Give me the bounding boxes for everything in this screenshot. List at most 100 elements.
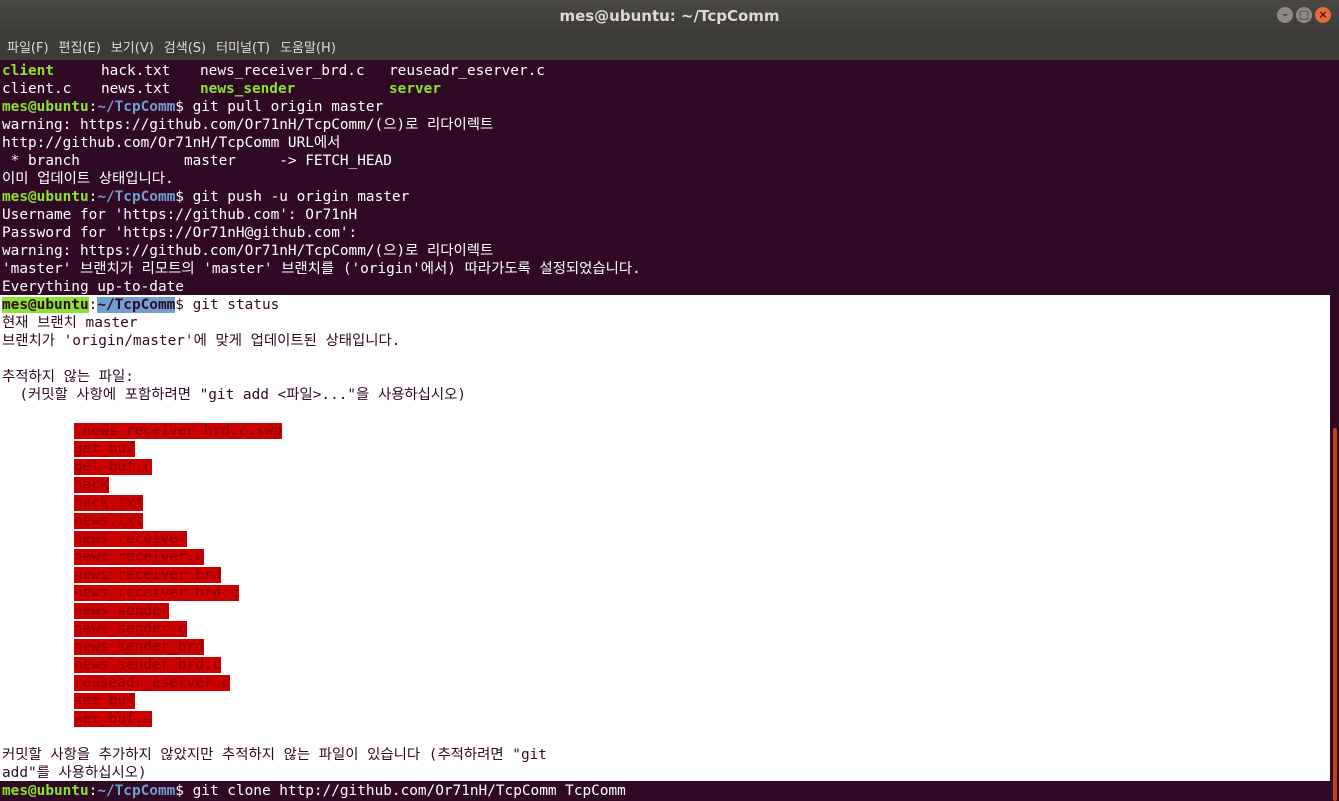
prompt-separator: : bbox=[88, 783, 98, 799]
prompt-line: mes@ubuntu:~/TcpComm$ git pull origin ma… bbox=[2, 98, 383, 116]
untracked-file: get_buf.c bbox=[74, 459, 152, 475]
prompt-line: mes@ubuntu:~/TcpComm$ git status bbox=[2, 296, 279, 314]
untracked-file: news_receiver_brd bbox=[74, 567, 222, 583]
menu-help[interactable]: 도움말(H) bbox=[273, 37, 339, 56]
command-text: git push -u origin master bbox=[183, 189, 410, 205]
prompt-separator: : bbox=[88, 99, 98, 115]
output-line: 추적하지 않는 파일: bbox=[2, 369, 134, 385]
untracked-file-line: get_buf.c bbox=[74, 458, 152, 476]
untracked-file-line: .news_receiver_brd.c.swp bbox=[74, 422, 282, 440]
scrollbar-thumb[interactable] bbox=[1333, 428, 1337, 801]
untracked-file: reuseadr_eserver.c bbox=[74, 675, 230, 691]
ls-entry: client bbox=[2, 63, 54, 79]
menu-view[interactable]: 보기(V) bbox=[104, 37, 157, 56]
ls-row: client hack.txt news_receiver_brd.c reusead… bbox=[2, 62, 545, 80]
untracked-file: news_receiver_brd.c bbox=[74, 585, 239, 601]
scrollbar[interactable] bbox=[1330, 60, 1339, 801]
untracked-file-line: news.txt bbox=[74, 512, 144, 530]
prompt-symbol: $ bbox=[175, 99, 184, 115]
untracked-file: news_sender.c bbox=[74, 621, 187, 637]
untracked-file-line: hack.txt bbox=[74, 494, 144, 512]
untracked-file: news_sender bbox=[74, 603, 170, 619]
prompt-symbol: $ bbox=[175, 783, 184, 799]
untracked-file-line: news_receiver_brd bbox=[74, 566, 222, 584]
output-line: Everything up-to-date bbox=[2, 279, 184, 295]
untracked-file-line: news_sender_brd.c bbox=[74, 656, 222, 674]
untracked-file: news_sender_brd.c bbox=[74, 657, 222, 673]
untracked-file-line: news_receiver bbox=[74, 530, 187, 548]
output-line: http://github.com/Or71nH/TcpComm URL에서 bbox=[2, 135, 341, 151]
untracked-file-line: reuseadr_eserver.c bbox=[74, 674, 230, 692]
window-titlebar[interactable]: mes@ubuntu: ~/TcpComm – □ × bbox=[0, 0, 1339, 32]
ls-entry: news_receiver_brd.c bbox=[200, 63, 365, 79]
text-selection bbox=[0, 295, 1330, 781]
command-text: git pull origin master bbox=[183, 99, 384, 115]
prompt-symbol: $ bbox=[175, 297, 184, 313]
untracked-file: news_receiver bbox=[74, 531, 187, 547]
prompt-user: mes@ubuntu bbox=[2, 783, 89, 799]
untracked-file-line: set_buf.c bbox=[74, 710, 152, 728]
maximize-button[interactable]: □ bbox=[1296, 7, 1312, 23]
ls-row: client.c news.txt news_sender server bbox=[2, 80, 441, 98]
menu-bar: 파일(F) 편집(E) 보기(V) 검색(S) 터미널(T) 도움말(H) bbox=[0, 32, 1339, 60]
untracked-file: news.txt bbox=[74, 513, 144, 529]
untracked-file-line: news_sender bbox=[74, 602, 170, 620]
prompt-separator: : bbox=[88, 189, 98, 205]
untracked-file-line: news_receiver_brd.c bbox=[74, 584, 239, 602]
command-text: git status bbox=[183, 297, 280, 313]
output-line: warning: https://github.com/Or71nH/TcpCo… bbox=[2, 117, 494, 133]
output-line: 이미 업데이트 상태입니다. bbox=[2, 171, 174, 187]
prompt-user: mes@ubuntu bbox=[2, 99, 89, 115]
untracked-file: get_buf bbox=[74, 441, 135, 457]
prompt-path: ~/TcpComm bbox=[97, 783, 176, 799]
untracked-file: hack bbox=[74, 477, 109, 493]
prompt-separator: : bbox=[88, 297, 98, 313]
output-line: 커밋할 사항을 추가하지 않았지만 추적하지 않는 파일이 있습니다 (추적하려… bbox=[2, 747, 547, 763]
prompt-user: mes@ubuntu bbox=[2, 297, 89, 313]
menu-search[interactable]: 검색(S) bbox=[157, 37, 209, 56]
untracked-file: news_sender_brd bbox=[74, 639, 204, 655]
prompt-line: mes@ubuntu:~/TcpComm$ git push -u origin… bbox=[2, 188, 409, 206]
command-text: git clone http://github.com/Or71nH/TcpCo… bbox=[183, 783, 626, 799]
ls-entry: client.c bbox=[2, 81, 72, 97]
menu-edit[interactable]: 편집(E) bbox=[52, 37, 104, 56]
output-line: 브랜치가 'origin/master'에 맞게 업데이트된 상태입니다. bbox=[2, 333, 401, 349]
terminal-output[interactable]: client hack.txt news_receiver_brd.c reusead… bbox=[0, 60, 1330, 801]
prompt-path: ~/TcpComm bbox=[97, 99, 176, 115]
prompt-path: ~/TcpComm bbox=[97, 189, 176, 205]
untracked-file: set_buf bbox=[74, 693, 135, 709]
untracked-file: .news_receiver_brd.c.swp bbox=[74, 423, 282, 439]
window-title: mes@ubuntu: ~/TcpComm bbox=[559, 7, 780, 25]
ls-entry: reuseadr_eserver.c bbox=[389, 63, 545, 79]
prompt-path: ~/TcpComm bbox=[97, 297, 176, 313]
untracked-file: hack.txt bbox=[74, 495, 144, 511]
prompt-symbol: $ bbox=[175, 189, 184, 205]
untracked-file-line: hack bbox=[74, 476, 109, 494]
output-line: Password for 'https://Or71nH@github.com'… bbox=[2, 225, 358, 241]
untracked-file: set_buf.c bbox=[74, 711, 152, 727]
untracked-file-line: news_receiver.c bbox=[74, 548, 204, 566]
window-controls: – □ × bbox=[1277, 7, 1331, 23]
output-line: 'master' 브랜치가 리모트의 'master' 브랜치를 ('origi… bbox=[2, 261, 641, 277]
output-line: 현재 브랜치 master bbox=[2, 315, 138, 331]
ls-entry: news_sender bbox=[200, 81, 296, 97]
untracked-file-line: get_buf bbox=[74, 440, 135, 458]
minimize-button[interactable]: – bbox=[1277, 7, 1293, 23]
output-line: Username for 'https://github.com': Or71n… bbox=[2, 207, 358, 223]
output-line: warning: https://github.com/Or71nH/TcpCo… bbox=[2, 243, 494, 259]
output-line: (커밋할 사항에 포함하려면 "git add <파일>..."을 사용하십시오… bbox=[2, 387, 467, 403]
untracked-file-line: news_sender_brd bbox=[74, 638, 204, 656]
ls-entry: server bbox=[389, 81, 441, 97]
prompt-user: mes@ubuntu bbox=[2, 189, 89, 205]
menu-terminal[interactable]: 터미널(T) bbox=[209, 37, 273, 56]
untracked-file-line: news_sender.c bbox=[74, 620, 187, 638]
untracked-file: news_receiver.c bbox=[74, 549, 204, 565]
close-button[interactable]: × bbox=[1315, 7, 1331, 23]
output-line: * branch master -> FETCH_HEAD bbox=[2, 153, 392, 169]
untracked-file-line: set_buf bbox=[74, 692, 135, 710]
ls-entry: hack.txt bbox=[101, 63, 171, 79]
prompt-line: mes@ubuntu:~/TcpComm$ git clone http://g… bbox=[2, 782, 626, 800]
menu-file[interactable]: 파일(F) bbox=[0, 37, 52, 56]
ls-entry: news.txt bbox=[101, 81, 171, 97]
output-line: add"를 사용하십시오) bbox=[2, 765, 147, 781]
